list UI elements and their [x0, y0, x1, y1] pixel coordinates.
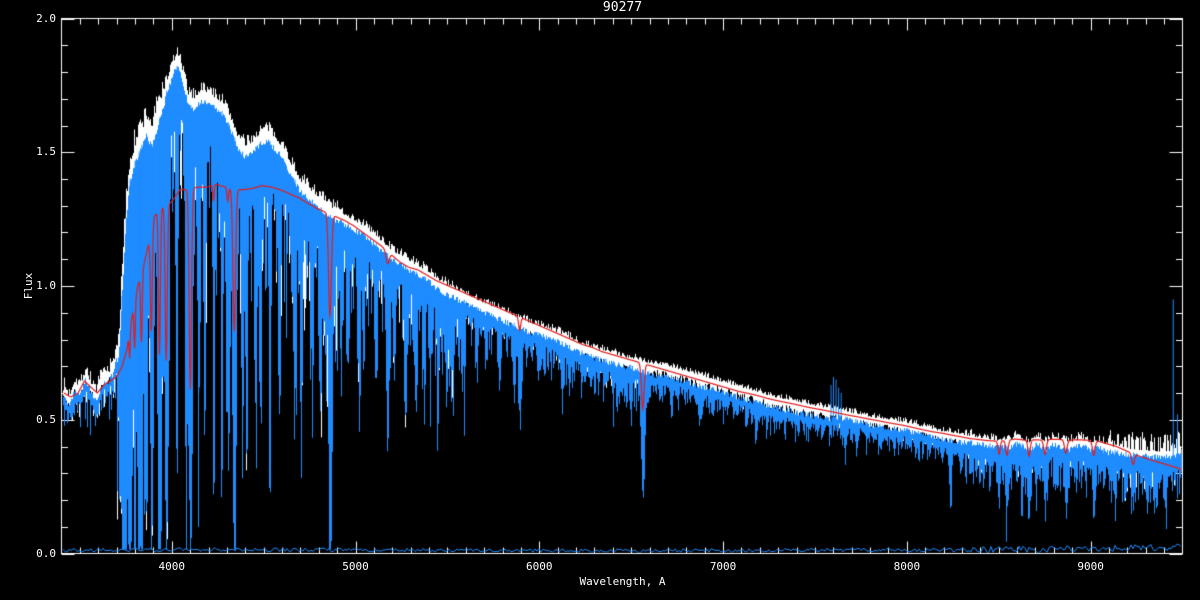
y-tick-label: 0.0 — [36, 546, 56, 560]
x-axis-title: Wavelength, A — [579, 575, 666, 588]
y-tick-label: 1.5 — [36, 145, 56, 159]
x-tick-label: 5000 — [342, 560, 369, 573]
spectrum-plot-window: 90277 Wavelength, A Flux 4000 5000 6000 700… — [0, 0, 1200, 600]
x-tick-label: 6000 — [526, 560, 553, 573]
y-tick-label: 2.0 — [36, 11, 56, 25]
x-tick-label: 9000 — [1077, 560, 1104, 573]
x-tick-label: 8000 — [893, 560, 921, 573]
y-tick-label: 1.0 — [36, 279, 56, 292]
x-tick-label: 4000 — [158, 560, 186, 573]
x-tick-label: 7000 — [709, 560, 737, 573]
y-tick-label: 0.5 — [36, 412, 56, 426]
plot-canvas — [0, 0, 1200, 600]
plot-title: 90277 — [602, 0, 643, 15]
